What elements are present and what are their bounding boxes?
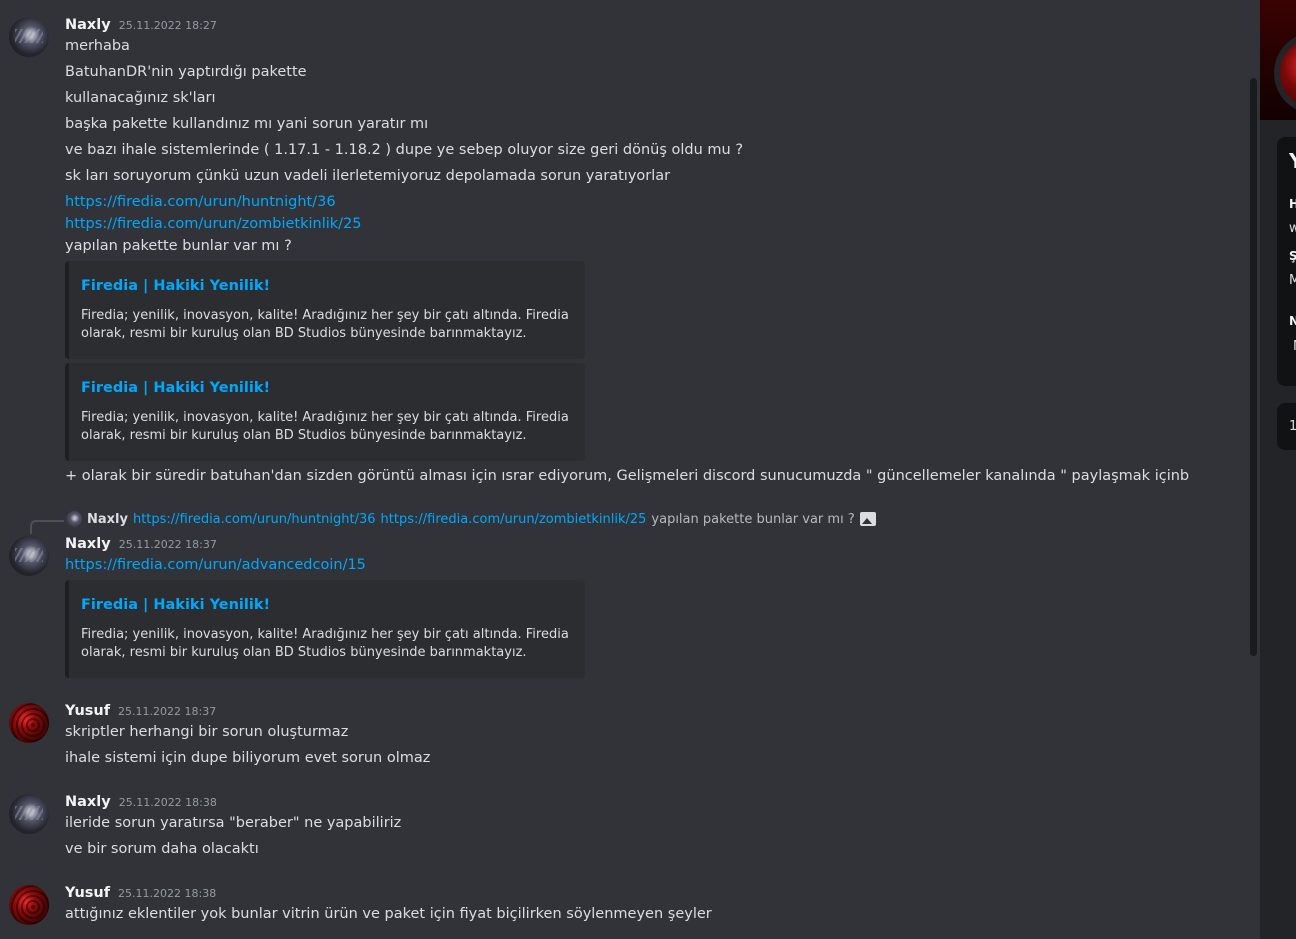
message-text: ileride sorun yaratırsa "beraber" ne yap… — [65, 815, 402, 831]
message-link[interactable]: https://firedia.com/urun/advancedcoin/15 — [65, 557, 366, 573]
reply-username[interactable]: Naxly — [87, 512, 128, 527]
link-embed: Firedia | Hakiki Yenilik! Firedia; yenil… — [65, 261, 585, 359]
embed-title-link[interactable]: Firedia | Hakiki Yenilik! — [81, 597, 270, 613]
message-text: kullanacağınız sk'ları — [65, 90, 216, 106]
message-text: ihale sistemi için dupe biliyorum evet s… — [65, 750, 431, 766]
profile-section-heading: N — [1289, 314, 1296, 328]
reply-reference[interactable]: Naxly https://firedia.com/urun/huntnight… — [30, 511, 876, 527]
reply-link[interactable]: https://firedia.com/urun/huntnight/36 — [133, 512, 376, 527]
message-text: başka pakette kullandınız mı yani sorun … — [65, 116, 429, 132]
embed-description: Firedia; yenilik, inovasyon, kalite! Ara… — [81, 410, 569, 443]
profile-section-heading: Ş — [1289, 249, 1296, 263]
message-text: skriptler herhangi bir sorun oluşturmaz — [65, 724, 349, 740]
username[interactable]: Naxly — [65, 536, 111, 552]
message-text: ve bazı ihale sistemlerinde ( 1.17.1 - 1… — [65, 142, 744, 158]
avatar[interactable] — [9, 794, 49, 834]
chat-message-list[interactable]: Naxly 25.11.2022 18:27 merhaba BatuhanDR… — [0, 0, 1248, 939]
message-link[interactable]: https://firedia.com/urun/huntnight/36 — [65, 194, 336, 210]
timestamp: 25.11.2022 18:38 — [118, 887, 217, 900]
username[interactable]: Naxly — [65, 794, 111, 810]
profile-info-card: Y H w Ş M N N — [1277, 137, 1296, 386]
avatar[interactable] — [9, 536, 49, 576]
avatar[interactable] — [9, 885, 49, 925]
message-text: attığınız eklentiler yok bunlar vitrin ü… — [65, 906, 712, 922]
username[interactable]: Yusuf — [65, 703, 110, 719]
message-text: yapılan pakette bunlar var mı ? — [65, 238, 292, 254]
timestamp: 25.11.2022 18:38 — [118, 796, 217, 809]
username[interactable]: Yusuf — [65, 885, 110, 901]
profile-name: Y — [1289, 149, 1296, 173]
reply-link[interactable]: https://firedia.com/urun/zombietkinlik/2… — [381, 512, 647, 527]
message-text: sk ları soruyorum çünkü uzun vadeli iler… — [65, 168, 671, 184]
username[interactable]: Naxly — [65, 17, 111, 33]
embed-title-link[interactable]: Firedia | Hakiki Yenilik! — [81, 380, 270, 396]
reply-text: yapılan pakette bunlar var mı ? — [651, 511, 855, 527]
user-profile-panel: Y H w Ş M N N 1 — [1260, 0, 1296, 939]
message-link[interactable]: https://firedia.com/urun/zombietkinlik/2… — [65, 216, 362, 232]
embed-title-link[interactable]: Firedia | Hakiki Yenilik! — [81, 278, 270, 294]
embed-description: Firedia; yenilik, inovasyon, kalite! Ara… — [81, 627, 569, 660]
link-embed: Firedia | Hakiki Yenilik! Firedia; yenil… — [65, 363, 585, 461]
reply-avatar — [66, 511, 82, 527]
timestamp: 25.11.2022 18:37 — [118, 538, 217, 551]
mutual-servers-card[interactable]: 1 — [1277, 403, 1296, 450]
timestamp: 25.11.2022 18:27 — [118, 19, 217, 32]
profile-section-value: M — [1289, 273, 1296, 288]
avatar[interactable] — [9, 17, 49, 57]
embed-description: Firedia; yenilik, inovasyon, kalite! Ara… — [81, 308, 569, 341]
profile-section-value: w — [1289, 221, 1296, 236]
message-text: + olarak bir süredir batuhan'dan sizden … — [65, 468, 1190, 484]
avatar[interactable] — [9, 703, 49, 743]
message-text: BatuhanDR'nin yaptırdığı pakette — [65, 64, 307, 80]
scrollbar-thumb[interactable] — [1250, 78, 1257, 656]
message-text: ve bir sorum daha olacaktı — [65, 841, 259, 857]
image-icon — [859, 512, 876, 526]
link-embed: Firedia | Hakiki Yenilik! Firedia; yenil… — [65, 580, 585, 678]
mutual-count: 1 — [1289, 419, 1296, 434]
profile-section-heading: H — [1289, 197, 1296, 211]
timestamp: 25.11.2022 18:37 — [118, 705, 217, 718]
message-text: merhaba — [65, 38, 130, 54]
